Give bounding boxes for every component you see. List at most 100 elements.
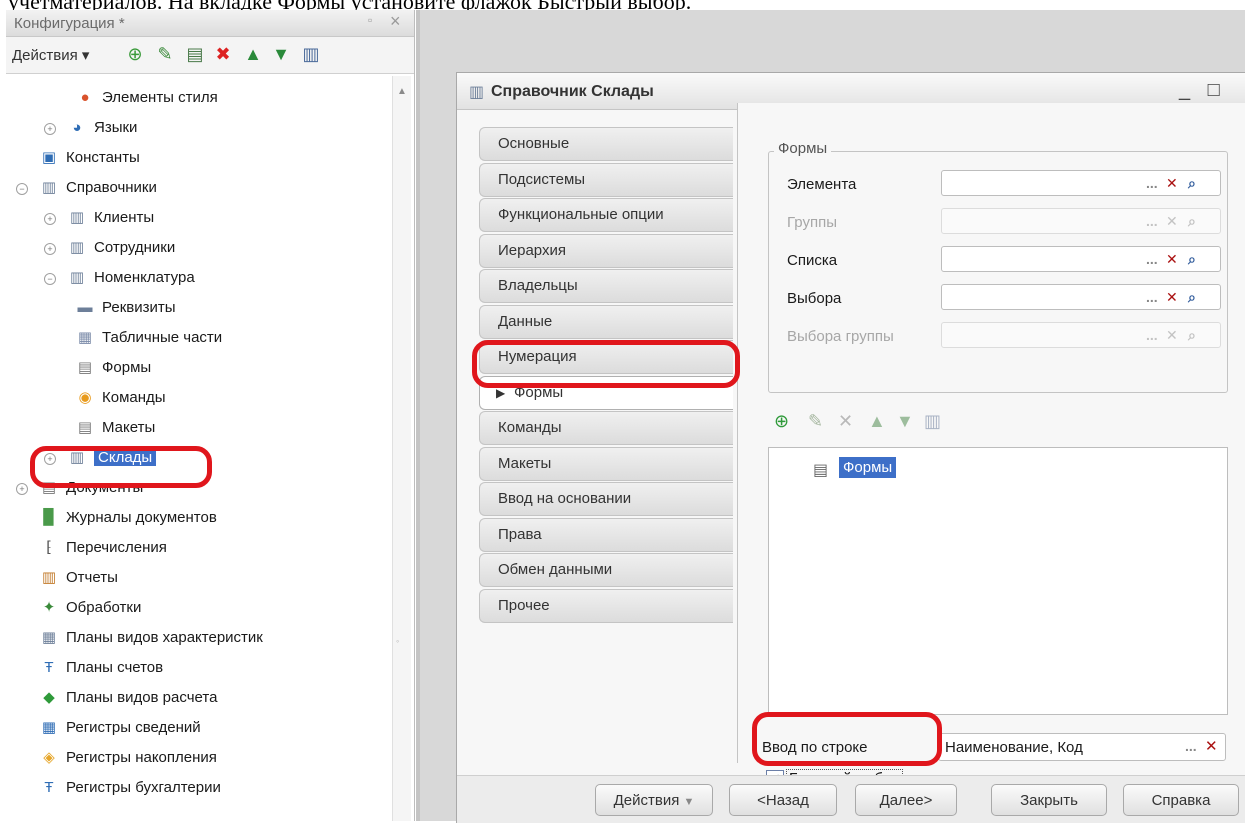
tree-item[interactable]: ▉ Журналы документов [6, 504, 390, 534]
tree-item[interactable]: + ▥ Сотрудники [6, 234, 390, 264]
ellipsis-icon[interactable]: ... [1185, 738, 1197, 754]
forms-icon: ▤ [77, 359, 93, 376]
back-button[interactable]: <Назад [729, 784, 837, 816]
help-button[interactable]: Справка [1123, 784, 1239, 816]
tree-item[interactable]: Ŧ Планы счетов [6, 654, 390, 684]
input-by-string-field[interactable]: Наименование, Код ... ✕ [938, 733, 1226, 761]
form-field-input[interactable]: ... ✕ ⌕ [941, 170, 1221, 196]
copy-icon[interactable]: ▤ [184, 43, 206, 65]
tab-item[interactable]: Функциональные опции [479, 198, 733, 232]
chart-of-accounts-icon: Ŧ [44, 659, 54, 676]
tree-item[interactable]: ◉ Команды [6, 384, 390, 414]
clear-icon[interactable]: ✕ [1166, 250, 1178, 268]
tree-item[interactable]: − ▥ Справочники [6, 174, 390, 204]
move-down-icon[interactable]: ▼ [270, 43, 292, 65]
add-icon[interactable]: ⊕ [774, 411, 789, 432]
tree-item[interactable]: ▣ Константы [6, 144, 390, 174]
tab-item[interactable]: ▶ Формы [479, 375, 733, 410]
tab-label: Иерархия [498, 241, 566, 259]
tree-item[interactable]: + ▥ Клиенты [6, 204, 390, 234]
tree-scrollbar[interactable]: ▲ ◦ [392, 76, 411, 821]
tree-item[interactable]: + ▥ Склады [6, 444, 390, 474]
scroll-up-arrow-icon[interactable]: ▲ [397, 86, 407, 97]
reports-icon: ▥ [41, 569, 57, 586]
tree-item[interactable]: + ◕ Языки [6, 114, 390, 144]
clear-icon[interactable]: ✕ [1205, 737, 1218, 755]
input-by-string-value: Наименование, Код [945, 739, 1083, 756]
collapse-icon[interactable]: − [44, 273, 56, 285]
tree-item[interactable]: ▦ Регистры сведений [6, 714, 390, 744]
form-field-input[interactable]: ... ✕ ⌕ [941, 246, 1221, 272]
tab-item[interactable]: Права [479, 517, 733, 552]
edit-icon[interactable]: ✎ [154, 43, 176, 65]
tree-item[interactable]: ▤ Макеты [6, 414, 390, 444]
move-up-icon[interactable]: ▲ [242, 43, 264, 65]
add-icon[interactable]: ⊕ [124, 43, 146, 65]
tab-item[interactable]: Прочее [479, 588, 733, 623]
tree-item[interactable]: ✦ Обработки [6, 594, 390, 624]
catalog-icon: ▥ [69, 269, 85, 286]
expand-icon[interactable]: + [44, 453, 56, 465]
tab-item[interactable]: Нумерация [479, 340, 733, 374]
tree-item[interactable]: ▤ Формы [6, 354, 390, 384]
catalog-icon: ▥ [469, 84, 485, 101]
tree-item[interactable]: ▬ Реквизиты [6, 294, 390, 324]
tab-item[interactable]: Иерархия [479, 233, 733, 268]
tab-item[interactable]: Команды [479, 411, 733, 445]
edit-icon[interactable]: ✎ [808, 411, 823, 432]
clear-icon[interactable]: ✕ [1166, 288, 1178, 306]
close-icon[interactable]: × [390, 11, 401, 32]
form-field-input[interactable]: ... ✕ ⌕ [941, 284, 1221, 310]
ellipsis-icon[interactable]: ... [1146, 288, 1158, 306]
move-up-icon[interactable]: ▲ [868, 411, 886, 432]
tree-item[interactable]: ▦ Планы видов характеристик [6, 624, 390, 654]
expand-icon[interactable]: + [44, 213, 56, 225]
scroll-grip-icon[interactable]: ◦ [396, 636, 399, 646]
tree-item[interactable]: − ▥ Номенклатура [6, 264, 390, 294]
collapse-icon[interactable]: − [16, 183, 28, 195]
expand-icon[interactable]: + [16, 483, 28, 495]
tab-label: Макеты [498, 454, 552, 472]
tree-item[interactable]: ▦ Табличные части [6, 324, 390, 354]
tab-item[interactable]: Владельцы [479, 269, 733, 303]
tab-item[interactable]: Обмен данными [479, 553, 733, 587]
list-icon[interactable]: ▥ [924, 411, 941, 432]
delete-icon[interactable]: ✕ [838, 411, 853, 432]
tab-item[interactable]: Макеты [479, 446, 733, 481]
expand-icon[interactable]: + [44, 243, 56, 255]
tree-item[interactable]: ◆ Планы видов расчета [6, 684, 390, 714]
tab-item[interactable]: Данные [479, 304, 733, 339]
search-icon[interactable]: ⌕ [1188, 250, 1196, 268]
tab-item[interactable]: Основные [479, 127, 733, 161]
tab-label: Нумерация [498, 348, 577, 365]
forms-list-item[interactable]: Формы [839, 457, 897, 478]
tab-item[interactable]: Ввод на основании [479, 482, 733, 516]
next-button[interactable]: Далее> [855, 784, 957, 816]
clear-icon[interactable]: ✕ [1166, 174, 1178, 192]
tree-item[interactable]: ● Элементы стиля [6, 84, 390, 114]
close-button[interactable]: Закрыть [991, 784, 1107, 816]
tree-item[interactable]: Ŧ Регистры бухгалтерии [6, 774, 390, 804]
search-icon[interactable]: ⌕ [1188, 174, 1196, 192]
ellipsis-icon[interactable]: ... [1146, 250, 1158, 268]
tree-item[interactable]: ◈ Регистры накопления [6, 744, 390, 774]
tree-item[interactable]: + ▤ Документы [6, 474, 390, 504]
catalogs-icon: ▥ [41, 179, 57, 196]
tab-item[interactable]: Подсистемы [479, 162, 733, 197]
search-icon[interactable]: ⌕ [1188, 288, 1196, 306]
tree-item[interactable]: ⁅ Перечисления [6, 534, 390, 564]
expand-icon[interactable]: + [44, 123, 56, 135]
move-down-icon[interactable]: ▼ [896, 411, 914, 432]
tree-item-label: Регистры сведений [66, 719, 201, 736]
tree-item[interactable]: ▥ Отчеты [6, 564, 390, 594]
delete-icon[interactable]: ✖ [212, 43, 234, 65]
actions-menu-button[interactable]: Действия ▾ [12, 46, 89, 64]
actions-button[interactable]: Действия ▼ [595, 784, 713, 816]
pin-icon[interactable]: ▫ [368, 13, 372, 27]
ellipsis-icon[interactable]: ... [1146, 174, 1158, 192]
forms-list[interactable]: ▤ Формы [768, 447, 1228, 715]
tab-label: Формы [514, 383, 564, 401]
templates-icon: ▤ [77, 419, 93, 436]
characteristic-types-icon: ▦ [41, 629, 57, 646]
list-icon[interactable]: ▥ [300, 43, 322, 65]
